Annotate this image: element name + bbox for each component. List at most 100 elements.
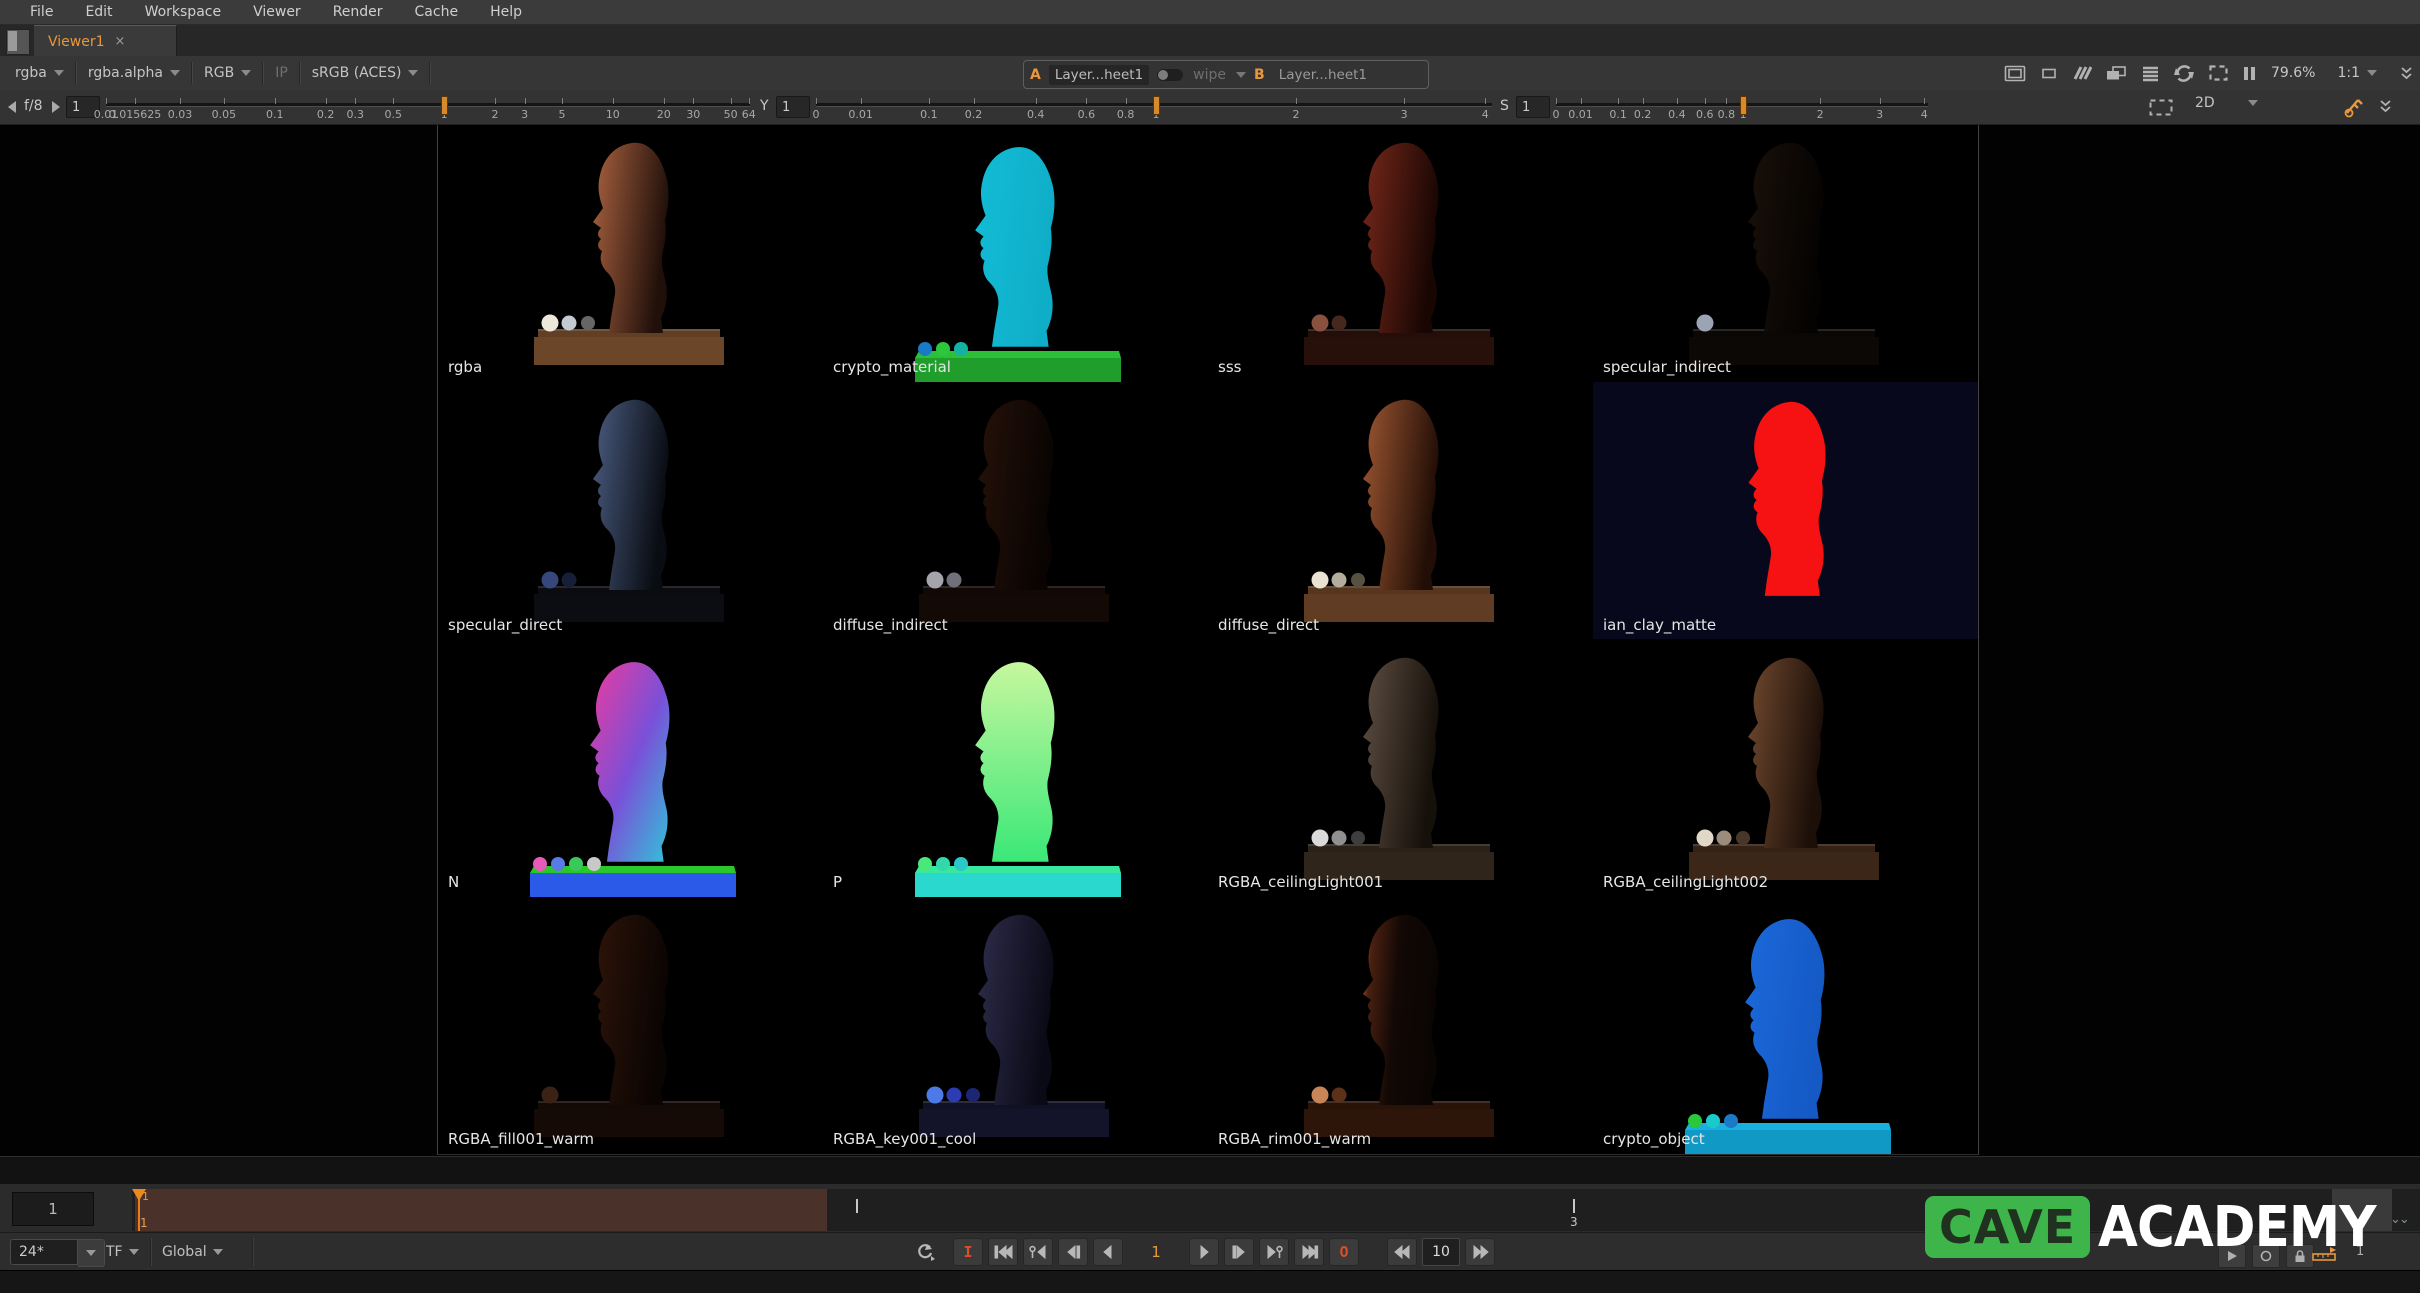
tile-specular_direct: specular_direct [438, 382, 823, 639]
viewer-process-dropdown[interactable]: sRGB (ACES) [303, 65, 428, 81]
head-silhouette [1363, 915, 1439, 1105]
head-silhouette [978, 400, 1054, 590]
slider-marker[interactable] [441, 96, 448, 115]
play-forward-button[interactable] [1189, 1238, 1219, 1266]
slider-tick [180, 98, 181, 104]
slider-row-expand-icon[interactable] [2378, 98, 2393, 114]
gate-display-icon[interactable] [2004, 65, 2026, 82]
tab-viewer1[interactable]: Viewer1 × [34, 25, 177, 57]
menu-cache[interactable]: Cache [399, 0, 475, 24]
slider-tick-label: 0.8 [1117, 108, 1135, 121]
menu-workspace[interactable]: Workspace [129, 0, 238, 24]
menu-viewer[interactable]: Viewer [237, 0, 317, 24]
slider-tick-label: 2 [491, 108, 498, 121]
slider-tick-label: 0.4 [1027, 108, 1045, 121]
alpha-channel-dropdown[interactable]: rgba.alpha [79, 65, 189, 81]
in-point-button[interactable]: I [953, 1238, 983, 1266]
chevron-down-icon [2367, 70, 2377, 76]
toolbar-right-group: 79.6% 1:1 [2004, 56, 2414, 90]
loop-mode-button[interactable] [914, 1243, 948, 1261]
slider-tick-label: 0.03 [168, 108, 193, 121]
jump-back-button[interactable] [1387, 1238, 1417, 1266]
pause-updates-icon[interactable] [2242, 65, 2258, 82]
slider-tick [613, 98, 614, 104]
menu-file[interactable]: File [14, 0, 69, 24]
view-mode-dropdown[interactable]: 2D [2186, 95, 2267, 111]
frame-increment-field[interactable]: 10 [1422, 1238, 1460, 1266]
gamma-label: Y [760, 98, 769, 114]
a-buffer-dropdown[interactable]: Layer...heet1 [1049, 65, 1149, 85]
goto-start-button[interactable] [988, 1238, 1018, 1266]
head-silhouette [975, 147, 1054, 347]
viewer-canvas[interactable]: rgbacrypto_materialsssspecular_indirects… [0, 124, 2420, 1156]
pixel-ratio-dropdown[interactable]: 1:1 [2328, 65, 2386, 81]
tile-label: crypto_object [1603, 1130, 1705, 1148]
format-region-icon[interactable] [2039, 65, 2059, 82]
wipe-toggle-knob [1158, 70, 1168, 80]
slider-tick [974, 98, 975, 104]
prev-keyframe-button[interactable] [1023, 1238, 1053, 1266]
menu-render[interactable]: Render [317, 0, 399, 24]
slider-marker[interactable] [1740, 96, 1747, 115]
head-silhouette [590, 662, 669, 862]
slider-tick [1677, 98, 1678, 104]
goto-end-button[interactable] [1294, 1238, 1324, 1266]
gain-next-icon[interactable] [52, 101, 60, 113]
separator [252, 1238, 254, 1266]
gamma-slider[interactable]: 00.010.10.20.40.60.81234 [816, 90, 1492, 124]
tile-render [1593, 382, 1978, 639]
timeline-mode-dropdown[interactable]: TF [106, 1239, 139, 1265]
head-silhouette [593, 915, 669, 1105]
tile-render [1208, 897, 1593, 1154]
menu-edit[interactable]: Edit [69, 0, 128, 24]
tile-RGBA_ceilingLight001: RGBA_ceilingLight001 [1208, 640, 1593, 897]
slider-tick [1618, 98, 1619, 104]
refresh-icon[interactable] [2173, 64, 2195, 83]
slider-marker[interactable] [1153, 96, 1160, 115]
slider-tick [1126, 98, 1127, 104]
frame-marker-icon[interactable] [2342, 96, 2364, 118]
slider-tick-label: 0.2 [965, 108, 983, 121]
checker-background-icon[interactable] [2072, 65, 2092, 82]
timeline-cached-region [135, 1189, 827, 1231]
saturation-slider[interactable]: 00.010.10.20.40.60.81234 [1556, 90, 1928, 124]
gain-stop-label[interactable]: f/8 [24, 98, 43, 114]
fps-value[interactable]: 24* [10, 1239, 78, 1265]
head-silhouette [978, 915, 1054, 1105]
next-keyframe-button[interactable] [1259, 1238, 1289, 1266]
out-point-button[interactable]: O [1329, 1238, 1359, 1266]
gamma-input[interactable]: 1 [776, 96, 810, 118]
timeline-tick-2 [856, 1199, 858, 1213]
gain-prev-icon[interactable] [8, 101, 16, 113]
scanlines-icon[interactable] [2140, 65, 2160, 82]
play-backward-button[interactable] [1093, 1238, 1123, 1266]
wipe-toggle[interactable] [1157, 69, 1183, 81]
tab-close-icon[interactable]: × [115, 34, 126, 49]
slider-track[interactable] [106, 103, 750, 107]
zoom-percent[interactable]: 79.6% [2271, 65, 2315, 81]
wipe-mode-dropdown[interactable]: wipe [1191, 67, 1228, 83]
menu-help[interactable]: Help [474, 0, 538, 24]
range-scope-dropdown[interactable]: Global [162, 1239, 223, 1265]
toolbar-expand-icon[interactable] [2399, 65, 2414, 81]
input-process-toggle[interactable]: IP [266, 65, 297, 81]
fps-combo[interactable]: 24* [10, 1239, 105, 1267]
wipe-overlay-icon[interactable] [2105, 65, 2127, 82]
roi-icon[interactable] [2208, 64, 2229, 82]
gain-slider[interactable]: 0.010.0156250.030.050.10.20.30.512351020… [106, 90, 750, 124]
channels-dropdown[interactable]: rgba [6, 65, 73, 81]
display-mode-dropdown[interactable]: RGB [195, 65, 260, 81]
timeline-frame-field[interactable]: 1 [12, 1192, 94, 1226]
jump-forward-button[interactable] [1465, 1238, 1495, 1266]
fps-dropdown-icon[interactable] [78, 1239, 105, 1267]
step-forward-button[interactable] [1224, 1238, 1254, 1266]
step-back-button[interactable] [1058, 1238, 1088, 1266]
slider-tick-label: 50 [724, 108, 738, 121]
pane-layout-icon[interactable] [6, 29, 30, 55]
b-buffer-dropdown[interactable]: Layer...heet1 [1273, 65, 1373, 85]
saturation-input[interactable]: 1 [1516, 96, 1550, 118]
roi-select-icon[interactable] [2148, 98, 2174, 117]
slider-tick [731, 98, 732, 104]
slider-tick-label: 0.6 [1696, 108, 1714, 121]
head-silhouette [1363, 400, 1439, 590]
